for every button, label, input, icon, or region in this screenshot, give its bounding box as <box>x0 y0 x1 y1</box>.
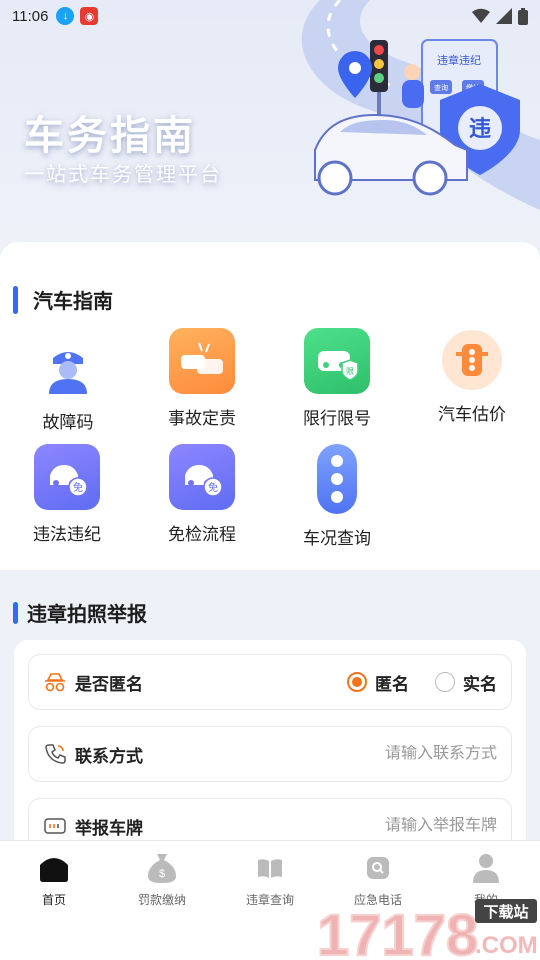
guide-item-label: 车况查询 <box>303 529 371 548</box>
radio-dot <box>435 672 455 692</box>
guide-item-label: 限行限号 <box>303 409 371 428</box>
report-section-title: 违章拍照举报 <box>27 604 147 626</box>
guide-item-label: 故障码 <box>42 413 94 432</box>
tab-label: 罚款缴纳 <box>137 893 186 907</box>
free-badge-text: 免 <box>208 481 218 494</box>
hero-shield-char: 违 <box>469 116 491 141</box>
hero-title: 车务指南 <box>24 114 196 158</box>
app-notification-icon: ◉ <box>80 7 99 25</box>
contact-field: 联系方式 <box>28 726 512 782</box>
phone-search-icon <box>362 851 394 885</box>
car-free-icon: 免 <box>34 444 100 510</box>
license-plate-icon <box>43 814 67 838</box>
book-icon <box>254 851 286 885</box>
radio-anonymous-label: 匿名 <box>375 674 409 694</box>
guide-item-car-status[interactable]: 车况查询 <box>277 444 397 549</box>
contact-input[interactable] <box>297 745 497 763</box>
battery-icon <box>518 7 528 25</box>
anonymous-radio-group: 匿名 实名 <box>321 670 497 695</box>
restriction-badge-text: 限 <box>346 367 354 376</box>
guide-item-restriction[interactable]: 限 限行限号 <box>277 328 397 429</box>
radio-real-name-label: 实名 <box>463 674 497 694</box>
phone-icon <box>43 742 67 766</box>
hero-sign-text: 违章违纪 <box>437 53 481 67</box>
anonymous-field: 是否匿名 匿名 实名 <box>28 654 512 710</box>
tab-violation-query[interactable]: 违章查询 <box>216 851 324 908</box>
watermark-text: 17178 <box>317 903 478 960</box>
guide-item-valuation[interactable]: 汽车估价 <box>412 330 532 425</box>
tab-label: 首页 <box>41 893 66 907</box>
wifi-icon <box>472 8 490 23</box>
watermark-badge: 下载站 <box>483 903 528 921</box>
guide-item-violation[interactable]: 免 违法违纪 <box>7 444 127 545</box>
tab-fine-payment[interactable]: $ 罚款缴纳 <box>108 851 216 908</box>
watermark-suffix: .COM <box>475 932 538 959</box>
radio-real-name[interactable]: 实名 <box>435 670 497 695</box>
guide-item-inspection-exempt[interactable]: 免 免检流程 <box>142 444 262 545</box>
contact-label: 联系方式 <box>75 746 143 766</box>
radio-anonymous[interactable]: 匿名 <box>347 670 409 695</box>
section-accent-bar <box>13 285 18 314</box>
report-form: 是否匿名 匿名 实名 联系方式 举报车牌 <box>14 640 526 870</box>
traffic-light-icon <box>442 330 502 390</box>
tab-label: 违章查询 <box>245 893 294 907</box>
svg-text:$: $ <box>159 868 165 880</box>
hero-board-btn1: 查询 <box>434 83 448 92</box>
radio-dot <box>347 672 367 692</box>
anonymous-label: 是否匿名 <box>75 674 143 694</box>
incognito-icon <box>43 670 67 694</box>
free-badge-text: 免 <box>73 481 83 494</box>
download-icon: ↓ <box>56 7 75 25</box>
guide-item-label: 事故定责 <box>168 409 236 428</box>
signal-icon <box>496 8 512 24</box>
car-restriction-icon: 限 <box>304 328 370 394</box>
plate-label: 举报车牌 <box>75 818 143 838</box>
traffic-light-icon <box>317 444 357 514</box>
tab-home[interactable]: 首页 <box>0 851 108 908</box>
guide-item-fault-code[interactable]: 故障码 <box>8 336 128 433</box>
hero-illustration: 违章违纪 查询 缴纳 违 <box>301 0 540 210</box>
status-time: 11:06 <box>12 7 49 25</box>
guide-item-label: 违法违纪 <box>33 525 101 544</box>
home-icon <box>38 851 70 885</box>
user-icon <box>470 851 502 885</box>
guide-section-title: 汽车指南 <box>33 291 113 313</box>
hero-banner: 违章违纪 查询 缴纳 违 车务指南 一站式车务管理平台 <box>0 0 540 250</box>
status-bar: 11:06 ↓ ◉ <box>0 0 540 32</box>
section-accent-bar <box>13 601 18 624</box>
police-icon <box>35 336 101 402</box>
guide-item-accident[interactable]: 事故定责 <box>142 328 262 429</box>
hero-subtitle: 一站式车务管理平台 <box>24 164 222 186</box>
car-accident-icon <box>169 328 235 394</box>
guide-item-label: 汽车估价 <box>438 405 506 424</box>
guide-item-label: 免检流程 <box>168 525 236 544</box>
report-section-header: 违章拍照举报 <box>13 598 147 627</box>
car-free-icon: 免 <box>169 444 235 510</box>
watermark-logo: 17178 下载站 .COM <box>316 899 538 960</box>
plate-input[interactable] <box>297 817 497 835</box>
guide-section-header: 汽车指南 <box>13 285 113 314</box>
money-bag-icon: $ <box>146 851 178 885</box>
